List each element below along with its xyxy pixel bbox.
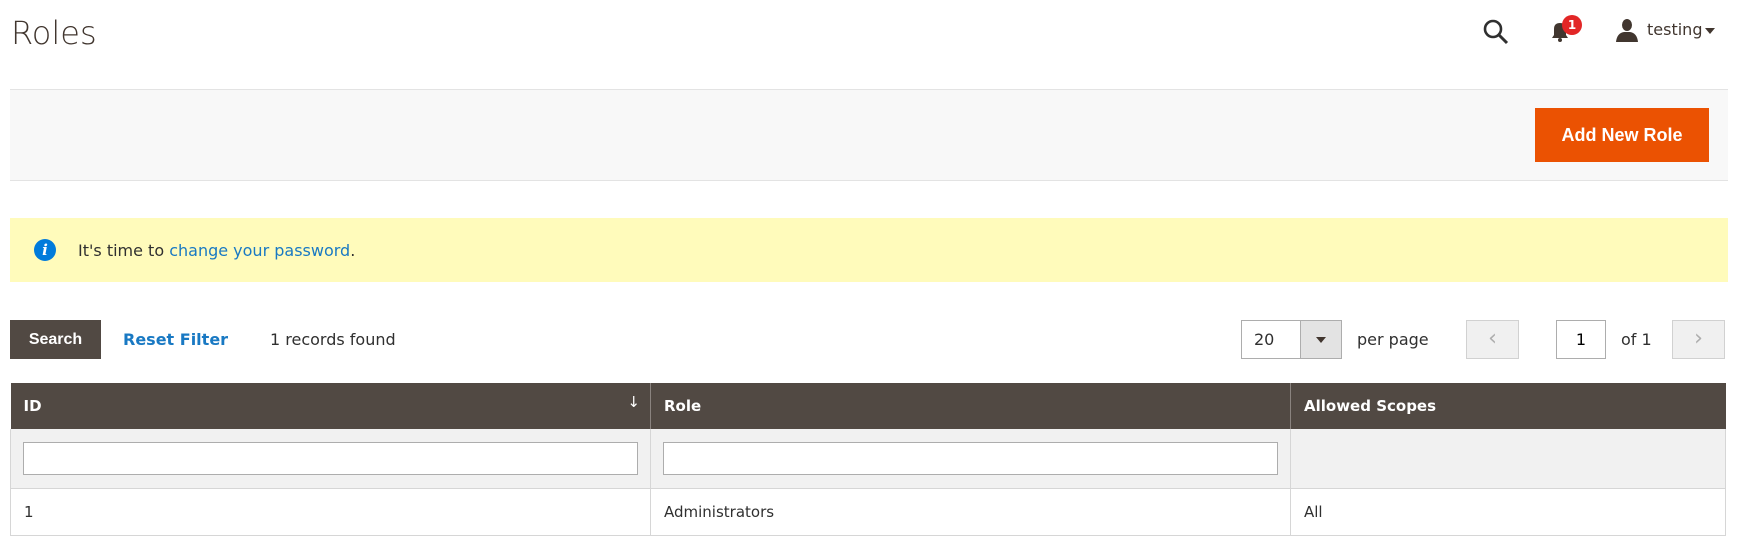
previous-page-button[interactable]: ‹ — [1466, 320, 1519, 359]
user-icon[interactable] — [1614, 17, 1640, 43]
sort-arrow-icon[interactable]: ↓ — [627, 393, 640, 411]
cell-role: Administrators — [650, 487, 1291, 536]
change-password-link[interactable]: change your password — [169, 241, 350, 260]
per-page-select[interactable]: 20 — [1241, 320, 1342, 359]
user-menu[interactable]: testing — [1647, 20, 1702, 39]
role-filter-input[interactable] — [663, 441, 1278, 475]
next-page-button[interactable]: › — [1672, 320, 1725, 359]
column-id-label: ID — [23, 397, 42, 415]
filter-row — [10, 429, 1726, 488]
id-filter-input[interactable] — [23, 441, 638, 475]
page-actions-bar — [10, 89, 1728, 181]
records-count: 1 records found — [270, 330, 396, 349]
notification-badge[interactable]: 1 — [1562, 15, 1582, 35]
column-id[interactable]: ID ↓ — [10, 383, 651, 429]
table-row[interactable]: 1 Administrators All — [10, 487, 1726, 536]
per-page-label: per page — [1357, 330, 1429, 349]
cell-scopes: All — [1290, 487, 1726, 536]
page-title: Roles — [11, 14, 97, 52]
search-button[interactable]: Search — [10, 320, 101, 359]
notice-suffix: . — [350, 240, 356, 260]
caret-down-icon[interactable] — [1705, 28, 1715, 34]
password-notice: i It's time to change your password. — [10, 218, 1728, 282]
roles-grid: ID ↓ Role Allowed Scopes 1 Administrators… — [10, 383, 1726, 536]
grid-header: ID ↓ Role Allowed Scopes — [10, 383, 1726, 429]
info-icon: i — [34, 239, 56, 261]
column-role[interactable]: Role — [650, 383, 1291, 429]
column-allowed-scopes[interactable]: Allowed Scopes — [1290, 383, 1726, 429]
notice-text: It's time to — [78, 240, 170, 260]
add-new-role-button[interactable]: Add New Role — [1535, 108, 1709, 162]
chevron-down-icon[interactable] — [1300, 321, 1341, 358]
scopes-filter-empty — [1290, 429, 1726, 488]
page-number-input[interactable] — [1556, 320, 1606, 359]
total-pages: of 1 — [1621, 330, 1652, 349]
search-icon[interactable] — [1482, 18, 1510, 46]
cell-id: 1 — [10, 487, 651, 536]
reset-filter-link[interactable]: Reset Filter — [123, 330, 228, 349]
per-page-value[interactable]: 20 — [1242, 321, 1300, 358]
